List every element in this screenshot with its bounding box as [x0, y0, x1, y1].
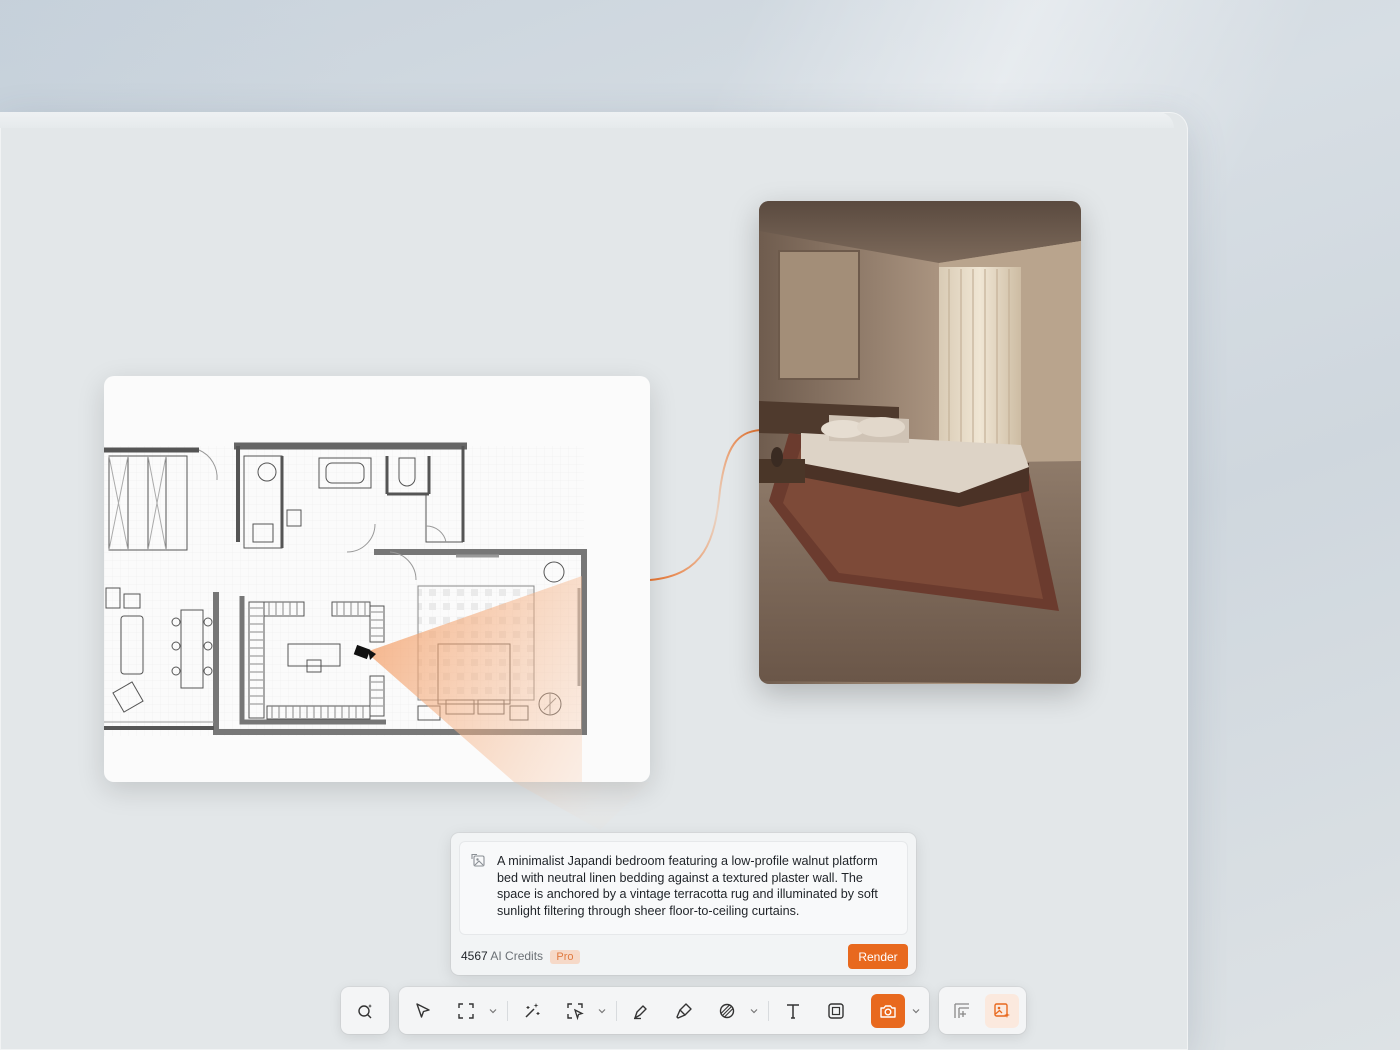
pointer-icon — [416, 1003, 430, 1018]
ai-credits: 4567 AI Credits Pro — [461, 949, 580, 964]
pen-icon — [634, 1005, 647, 1020]
text-tool[interactable] — [776, 994, 810, 1028]
chevron-down-icon[interactable] — [488, 1006, 498, 1016]
toolbar-divider — [768, 1001, 769, 1021]
floor-plan-card[interactable] — [104, 376, 650, 782]
prompt-panel: A minimalist Japandi bedroom featuring a… — [451, 833, 916, 975]
brush-icon — [676, 1003, 692, 1019]
image-ai-button[interactable] — [985, 994, 1019, 1028]
pro-badge: Pro — [550, 950, 580, 964]
render-button[interactable]: Render — [848, 944, 908, 969]
toolbar-group-output — [939, 987, 1026, 1034]
frame-select-tool[interactable] — [449, 994, 483, 1028]
image-prompt-icon — [471, 853, 485, 867]
toolbar-group-ai — [341, 987, 389, 1034]
material-tool[interactable] — [710, 994, 744, 1028]
camera-icon — [880, 1005, 896, 1018]
bedroom-render-image — [759, 201, 1081, 684]
material-icon — [719, 1003, 735, 1019]
text-icon — [787, 1004, 799, 1019]
prompt-text[interactable]: A minimalist Japandi bedroom featuring a… — [497, 853, 897, 919]
credits-label: AI Credits — [490, 949, 544, 963]
render-image-card[interactable] — [759, 201, 1081, 684]
frame-select-icon — [458, 1003, 474, 1019]
window-top-edge — [0, 112, 1174, 128]
chevron-down-icon[interactable] — [911, 1006, 921, 1016]
smart-select-tool[interactable] — [558, 994, 592, 1028]
camera-tool[interactable] — [871, 994, 905, 1028]
magic-wand-icon — [525, 1003, 540, 1018]
pen-tool[interactable] — [624, 994, 658, 1028]
magic-wand-tool[interactable] — [515, 994, 549, 1028]
toolbar-group-tools — [399, 987, 929, 1034]
smart-select-icon — [567, 1003, 584, 1021]
toolbar-divider — [507, 1001, 508, 1021]
prompt-input[interactable]: A minimalist Japandi bedroom featuring a… — [459, 841, 908, 935]
credits-value: 4567 — [461, 949, 488, 963]
chevron-down-icon[interactable] — [597, 1006, 607, 1016]
crop-tool[interactable] — [819, 994, 853, 1028]
brush-tool[interactable] — [667, 994, 701, 1028]
ai-search-icon — [358, 1004, 372, 1019]
crop-icon — [828, 1003, 844, 1019]
toolbar-divider — [616, 1001, 617, 1021]
layout-icon — [954, 1003, 969, 1018]
image-ai-icon — [994, 1003, 1010, 1018]
ai-search-button[interactable] — [348, 994, 382, 1028]
layout-button[interactable] — [945, 994, 979, 1028]
pointer-tool[interactable] — [406, 994, 440, 1028]
chevron-down-icon[interactable] — [749, 1006, 759, 1016]
floor-plan-drawing — [104, 442, 587, 782]
